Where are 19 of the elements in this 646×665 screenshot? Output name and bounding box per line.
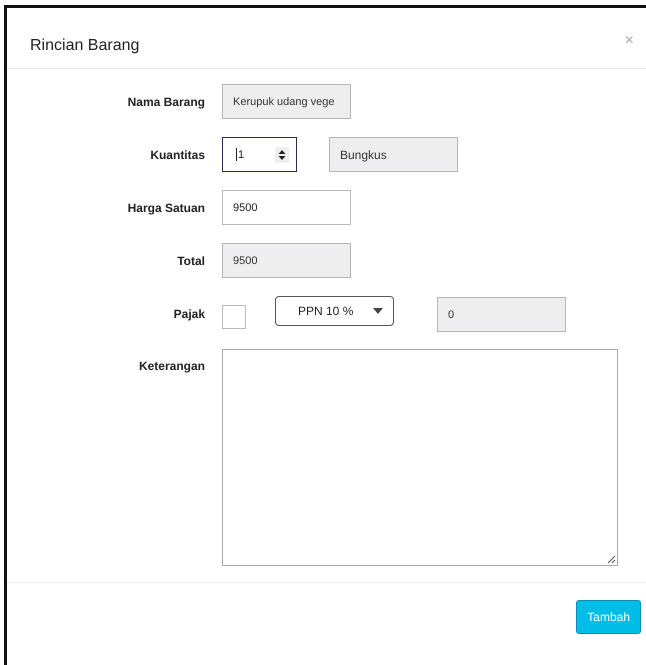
tax-amount-field[interactable]: 0 <box>437 297 566 332</box>
field-label: Harga Satuan <box>126 200 206 214</box>
tax-select[interactable]: PPN 10 % <box>275 296 394 326</box>
text-field[interactable]: 9500 <box>222 243 351 278</box>
field-label: Kuantitas <box>149 148 206 162</box>
field-label: Pajak <box>172 306 206 320</box>
field-label: Total <box>176 254 206 268</box>
text-field[interactable]: 9500 <box>222 190 351 225</box>
notes-field[interactable] <box>222 349 618 566</box>
tax-checkbox[interactable] <box>222 304 246 328</box>
field-label: Nama Barang <box>126 94 206 108</box>
text-field[interactable]: Kerupuk udang vege <box>222 84 351 119</box>
number-field[interactable]: 1 <box>222 137 297 172</box>
unit-field[interactable]: Bungkus <box>329 137 458 172</box>
resize-grip-icon <box>607 555 616 564</box>
spinner-icon[interactable] <box>275 146 289 162</box>
field-label: Keterangan <box>138 359 206 373</box>
caret-icon <box>373 308 383 314</box>
dialog-title: Rincian Barang <box>30 37 140 55</box>
